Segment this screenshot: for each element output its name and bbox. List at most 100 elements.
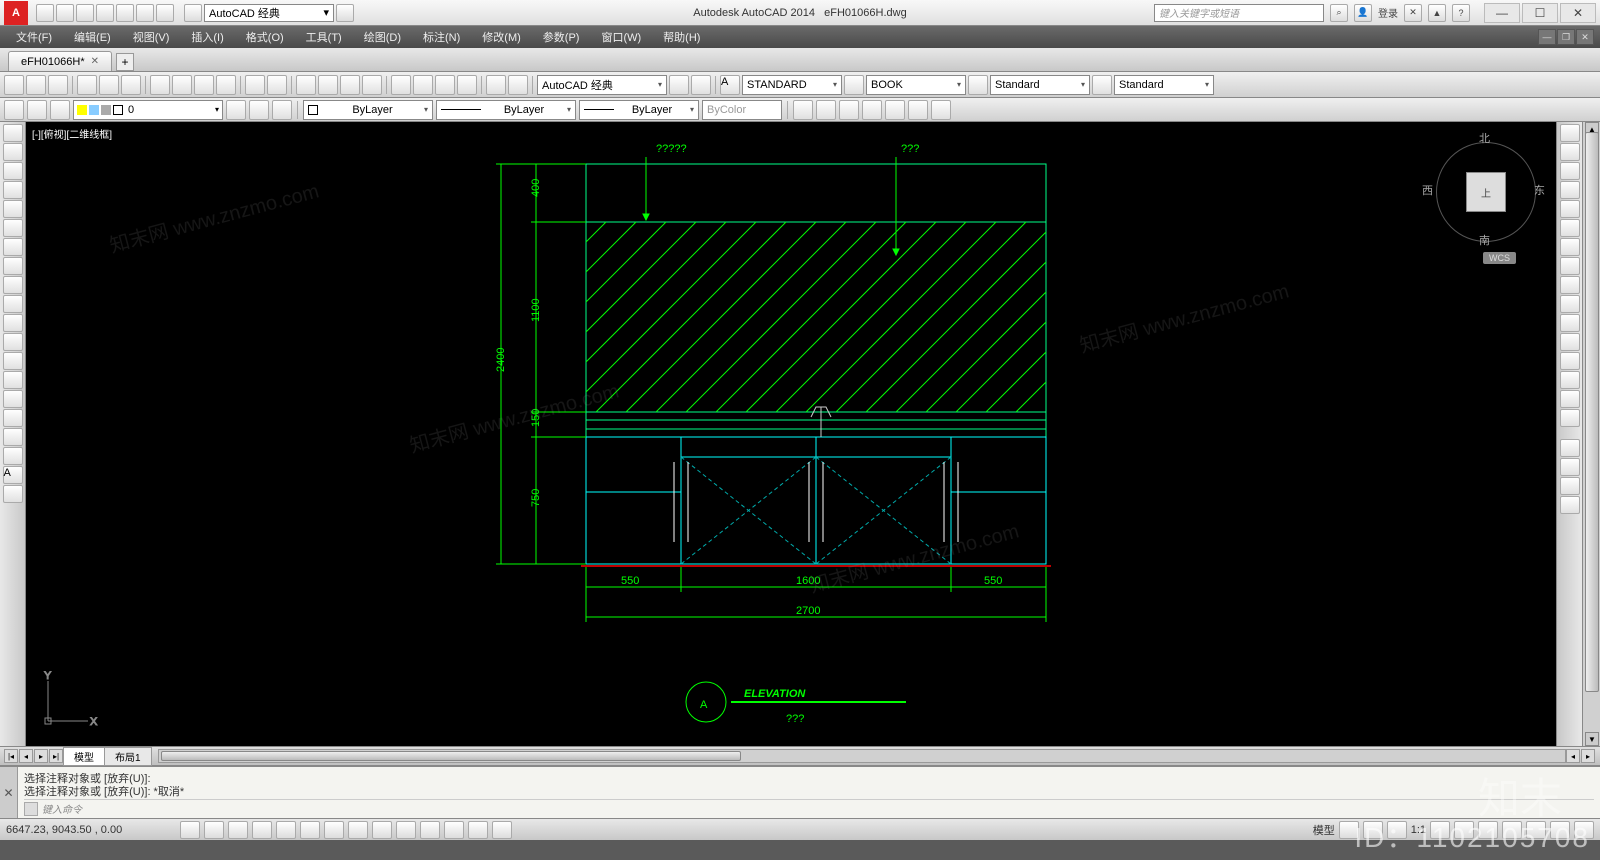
am-toggle-icon[interactable] <box>492 821 512 839</box>
workspace-more-icon[interactable] <box>336 4 354 22</box>
copy-tool-icon[interactable] <box>1560 143 1580 161</box>
stretch-tool-icon[interactable] <box>1560 276 1580 294</box>
spline-tool-icon[interactable] <box>3 276 23 294</box>
layer-states-icon[interactable] <box>27 100 47 120</box>
dimstyle-combo[interactable]: BOOK▾ <box>866 75 966 95</box>
namedviews-icon[interactable] <box>931 100 951 120</box>
explode-tool-icon[interactable] <box>1560 409 1580 427</box>
layer-combo[interactable]: 0 ▾ <box>73 100 223 120</box>
tool-ws-icon[interactable] <box>669 75 689 95</box>
menu-draw[interactable]: 绘图(D) <box>354 27 411 47</box>
tool-open-icon[interactable] <box>26 75 46 95</box>
tool-dc-icon[interactable] <box>413 75 433 95</box>
hscroll-right-icon[interactable]: ▸ <box>1581 749 1595 763</box>
ucs-obj-icon[interactable] <box>885 100 905 120</box>
rotate-tool-icon[interactable] <box>1560 238 1580 256</box>
drawing-canvas[interactable]: [-][俯视][二维线框] <box>26 122 1556 746</box>
menu-insert[interactable]: 插入(I) <box>181 27 233 47</box>
scroll-thumb[interactable] <box>1585 132 1599 692</box>
tool-copy-icon[interactable] <box>172 75 192 95</box>
mdi-minimize-button[interactable]: — <box>1538 29 1556 45</box>
qat-print-icon[interactable] <box>116 4 134 22</box>
viewcube-south[interactable]: 南 <box>1479 232 1490 248</box>
ucs-prev-icon[interactable] <box>839 100 859 120</box>
menu-parametric[interactable]: 参数(P) <box>533 27 590 47</box>
lwt-toggle-icon[interactable] <box>396 821 416 839</box>
viewcube-west[interactable]: 西 <box>1422 182 1433 198</box>
otrack-toggle-icon[interactable] <box>324 821 344 839</box>
textstyle-combo[interactable]: STANDARD▾ <box>742 75 842 95</box>
workspace-combo[interactable]: AutoCAD 经典▾ <box>204 4 334 22</box>
layer-props-icon[interactable] <box>4 100 24 120</box>
array-tool-icon[interactable] <box>1560 200 1580 218</box>
mlstyle-combo[interactable]: Standard▾ <box>1114 75 1214 95</box>
maximize-button[interactable]: ☐ <box>1522 3 1558 23</box>
tool-plot-icon[interactable] <box>77 75 97 95</box>
dyn-toggle-icon[interactable] <box>372 821 392 839</box>
layer-iso-icon[interactable] <box>249 100 269 120</box>
tool-textstyle-icon[interactable]: A <box>720 75 740 95</box>
qat-saveas-icon[interactable] <box>96 4 114 22</box>
menu-window[interactable]: 窗口(W) <box>591 27 651 47</box>
layer-prev-icon[interactable] <box>226 100 246 120</box>
qat-redo-icon[interactable] <box>156 4 174 22</box>
gradient-tool-icon[interactable] <box>3 409 23 427</box>
exchange-icon[interactable]: ✕ <box>1404 4 1422 22</box>
ucs-world-icon[interactable] <box>816 100 836 120</box>
tool-tp-icon[interactable] <box>435 75 455 95</box>
help-icon[interactable]: ? <box>1452 4 1470 22</box>
help-search-input[interactable]: 键入关键字或短语 <box>1154 4 1324 22</box>
mdi-restore-button[interactable]: ❐ <box>1557 29 1575 45</box>
tool-preview-icon[interactable] <box>99 75 119 95</box>
viewcube-north[interactable]: 北 <box>1479 130 1490 146</box>
tool-zoomwin-icon[interactable] <box>362 75 382 95</box>
rectangle-tool-icon[interactable] <box>3 200 23 218</box>
ucs-icon[interactable] <box>793 100 813 120</box>
layer-filter-icon[interactable] <box>50 100 70 120</box>
move-tool-icon[interactable] <box>1560 219 1580 237</box>
tab-first-icon[interactable]: |◂ <box>4 749 18 763</box>
tool-cut-icon[interactable] <box>150 75 170 95</box>
cmd-close-icon[interactable]: ✕ <box>0 767 18 818</box>
offset-tool-icon[interactable] <box>1560 181 1580 199</box>
tool-props-icon[interactable] <box>391 75 411 95</box>
ortho-toggle-icon[interactable] <box>228 821 248 839</box>
tablestyle-combo[interactable]: Standard▾ <box>990 75 1090 95</box>
model-space-label[interactable]: 模型 <box>1313 822 1335 838</box>
tab-next-icon[interactable]: ▸ <box>34 749 48 763</box>
document-tab[interactable]: eFH01066H* ✕ <box>8 51 112 71</box>
signin-button[interactable]: 👤 <box>1354 4 1372 22</box>
menu-format[interactable]: 格式(O) <box>236 27 294 47</box>
hatch-tool-icon[interactable] <box>3 390 23 408</box>
ucs-icon-display[interactable]: YX <box>38 671 98 734</box>
menu-help[interactable]: 帮助(H) <box>653 27 710 47</box>
workspace-gear-icon[interactable] <box>184 4 202 22</box>
minimize-button[interactable]: — <box>1484 3 1520 23</box>
horizontal-scrollbar[interactable] <box>158 749 1566 763</box>
lineweight-combo[interactable]: ByLayer▾ <box>579 100 699 120</box>
hscroll-left-icon[interactable]: ◂ <box>1566 749 1580 763</box>
chamfer-tool-icon[interactable] <box>1560 371 1580 389</box>
tool-wslock-icon[interactable] <box>691 75 711 95</box>
list-tool-icon[interactable] <box>1560 477 1580 495</box>
app-logo-icon[interactable]: A <box>4 1 28 25</box>
pline-tool-icon[interactable] <box>3 162 23 180</box>
osnap-toggle-icon[interactable] <box>276 821 296 839</box>
id-tool-icon[interactable] <box>1560 496 1580 514</box>
menu-tools[interactable]: 工具(T) <box>296 27 352 47</box>
hscroll-thumb[interactable] <box>161 751 741 761</box>
trim-tool-icon[interactable] <box>1560 295 1580 313</box>
close-button[interactable]: ✕ <box>1560 3 1596 23</box>
command-input[interactable]: 键入命令 <box>42 801 1594 816</box>
menu-edit[interactable]: 编辑(E) <box>64 27 121 47</box>
view-cube[interactable]: 上 北 南 西 东 <box>1426 132 1546 252</box>
arc-tool-icon[interactable] <box>3 219 23 237</box>
extend-tool-icon[interactable] <box>1560 314 1580 332</box>
mirror-tool-icon[interactable] <box>1560 162 1580 180</box>
menu-modify[interactable]: 修改(M) <box>472 27 531 47</box>
scale-tool-icon[interactable] <box>1560 257 1580 275</box>
block-tool-icon[interactable] <box>3 352 23 370</box>
infocenter-icon[interactable]: ⌕ <box>1330 4 1348 22</box>
color-combo[interactable]: ByLayer▾ <box>303 100 433 120</box>
plotstyle-combo[interactable]: ByColor <box>702 100 782 120</box>
